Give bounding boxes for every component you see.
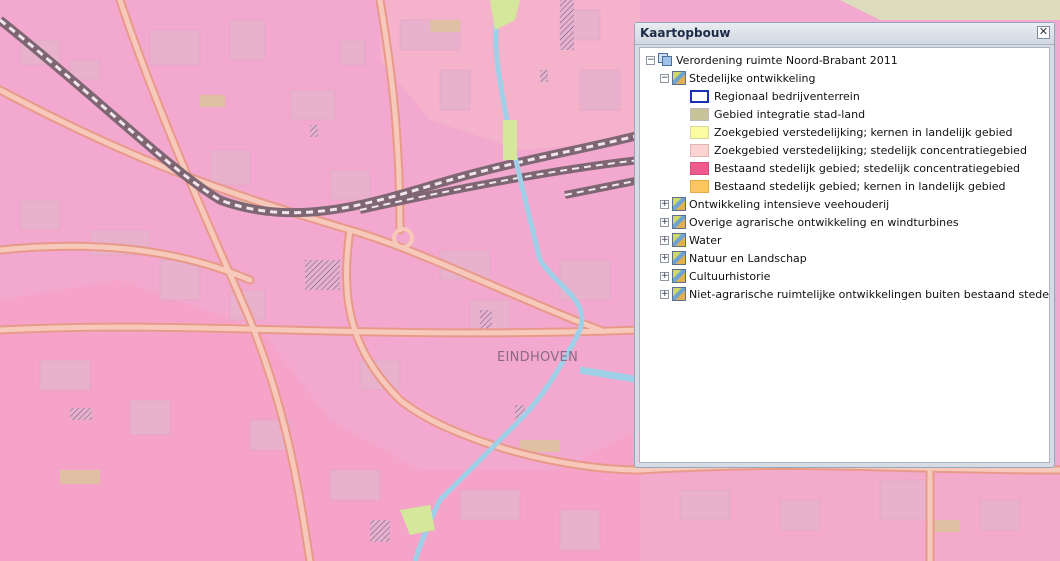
layer-group[interactable]: − Stedelijke ontwikkeling (660, 70, 815, 86)
layer-group-label[interactable]: Stedelijke ontwikkeling (689, 72, 815, 85)
legend-label: Zoekgebied verstedelijking; kernen in la… (714, 125, 1013, 139)
legend-swatch (690, 89, 709, 103)
layer-group-icon (658, 53, 673, 67)
tree-root[interactable]: − Verordening ruimte Noord-Brabant 2011 (646, 52, 898, 68)
legend-item: Gebied integratie stad-land (690, 106, 865, 122)
layer-group-label[interactable]: Niet-agrarische ruimtelijke ontwikkeling… (689, 288, 1049, 301)
layer-group[interactable]: + Water (660, 232, 722, 248)
map-layer-icon (672, 71, 686, 85)
layer-group-label[interactable]: Cultuurhistorie (689, 270, 770, 283)
legend-label: Bestaand stedelijk gebied; stedelijk con… (714, 161, 1021, 175)
map-city-label: EINDHOVEN (497, 350, 579, 365)
layer-group-label[interactable]: Natuur en Landschap (689, 252, 807, 265)
layer-group[interactable]: + Cultuurhistorie (660, 268, 770, 284)
legend-item: Bestaand stedelijk gebied; stedelijk con… (690, 160, 1020, 176)
layer-group-label[interactable]: Water (689, 234, 722, 247)
expand-icon[interactable]: + (660, 235, 669, 245)
collapse-icon[interactable]: − (660, 73, 669, 83)
layer-group-label[interactable]: Ontwikkeling intensieve veehouderij (689, 198, 889, 211)
legend-label: Gebied integratie stad-land (714, 107, 866, 121)
legend-item: Bestaand stedelijk gebied; kernen in lan… (690, 178, 1006, 194)
collapse-icon[interactable]: − (646, 55, 655, 65)
map-layer-icon (672, 233, 686, 247)
close-icon[interactable]: ✕ (1037, 26, 1050, 39)
layer-group[interactable]: + Niet-agrarische ruimtelijke ontwikkelin… (660, 286, 1049, 302)
legend-swatch (690, 161, 709, 175)
expand-icon[interactable]: + (660, 199, 669, 209)
map-layer-icon (672, 287, 686, 301)
legend-item: Zoekgebied verstedelijking; stedelijk co… (690, 142, 1027, 158)
legend-label: Bestaand stedelijk gebied; kernen in lan… (714, 179, 1006, 193)
legend-label: Zoekgebied verstedelijking; stedelijk co… (714, 143, 1027, 157)
map-layer-icon (672, 251, 686, 265)
legend-item: Regionaal bedrijventerrein (690, 88, 860, 104)
legend-swatch (690, 143, 709, 157)
layer-group[interactable]: + Overige agrarische ontwikkeling en wind… (660, 214, 959, 230)
legend-swatch (690, 107, 709, 121)
expand-icon[interactable]: + (660, 217, 669, 227)
expand-icon[interactable]: + (660, 289, 669, 299)
layer-group-label[interactable]: Overige agrarische ontwikkeling en windt… (689, 216, 959, 229)
map-layer-icon (672, 215, 686, 229)
panel-title: Kaartopbouw (640, 26, 731, 40)
expand-icon[interactable]: + (660, 271, 669, 281)
legend-swatch (690, 179, 709, 193)
legend-label: Regionaal bedrijventerrein (714, 89, 860, 103)
panel-header[interactable]: Kaartopbouw ✕ (635, 23, 1054, 45)
legend-swatch (690, 125, 709, 139)
legend-panel[interactable]: Kaartopbouw ✕ − Verordening ruimte Noord-… (634, 22, 1055, 468)
layer-group[interactable]: + Natuur en Landschap (660, 250, 807, 266)
expand-icon[interactable]: + (660, 253, 669, 263)
map-layer-icon (672, 197, 686, 211)
map-layer-icon (672, 269, 686, 283)
legend-item: Zoekgebied verstedelijking; kernen in la… (690, 124, 1012, 140)
tree-root-label[interactable]: Verordening ruimte Noord-Brabant 2011 (676, 54, 898, 67)
layer-group[interactable]: + Ontwikkeling intensieve veehouderij (660, 196, 889, 212)
layer-tree-container[interactable]: − Verordening ruimte Noord-Brabant 2011− S… (639, 47, 1050, 463)
